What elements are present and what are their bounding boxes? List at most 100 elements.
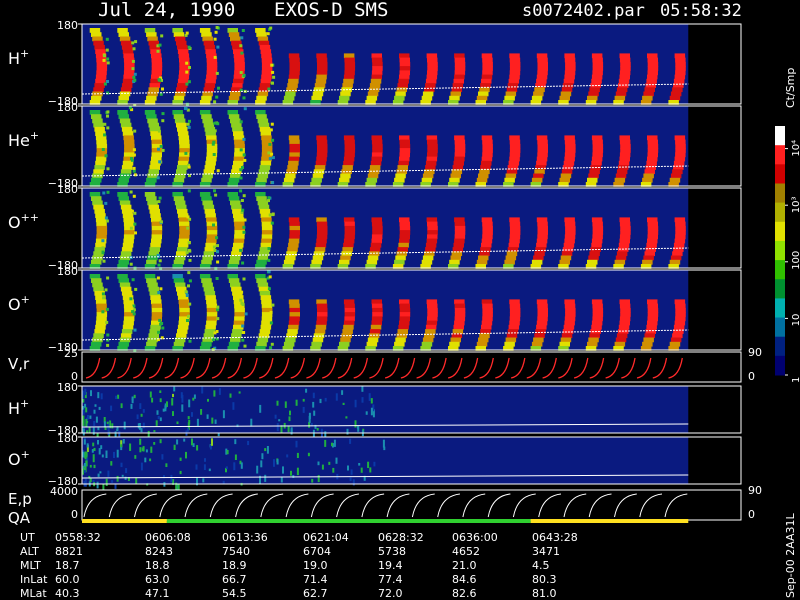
h-plus-burst-cell <box>206 61 218 67</box>
o-plus-plus-ymax-label: 180 <box>57 183 78 196</box>
h-plus-burst-cell <box>478 91 489 97</box>
he-plus-burst-cell <box>534 169 545 175</box>
o-plus-2-cell <box>247 440 250 446</box>
he-plus-scatter-cell <box>270 122 274 126</box>
he-plus-burst-cell <box>256 177 267 183</box>
he-plus-burst-cell <box>564 156 575 162</box>
o-plus-burst-cell <box>508 324 520 330</box>
h-plus-burst-cell <box>452 83 464 88</box>
h-plus-scatter-cell <box>217 86 220 90</box>
he-plus-burst-cell <box>482 143 493 149</box>
o-plus-burst-cell <box>205 324 216 330</box>
o-plus-plus-burst-cell <box>206 221 218 227</box>
he-plus-burst-cell <box>230 173 241 179</box>
o-plus-burst-cell <box>344 316 355 322</box>
h-plus-2-cell <box>149 391 152 398</box>
o-plus-plus-burst-cell <box>371 217 382 223</box>
h-plus-burst-cell <box>232 83 243 88</box>
he-plus-burst-cell <box>506 169 518 175</box>
he-plus-burst-cell <box>343 160 354 166</box>
h-plus-burst-cell <box>179 57 190 63</box>
he-plus-burst-cell <box>427 148 438 153</box>
o-plus-scatter-cell <box>106 333 110 337</box>
h-plus-burst-cell <box>261 66 273 71</box>
panel-o-plus-2: O+180−180 <box>8 432 742 492</box>
he-plus-burst-cell <box>425 160 437 166</box>
h-plus-2-cell <box>196 418 199 427</box>
o-plus-burst-cell <box>647 307 659 313</box>
he-plus-burst-cell <box>289 143 300 149</box>
h-plus-burst-cell <box>233 78 244 84</box>
h-plus-burst-cell <box>340 91 351 97</box>
o-plus-scatter-cell <box>161 326 165 330</box>
table-cell: 72.0 <box>378 587 403 600</box>
h-plus-2-cell <box>97 392 100 399</box>
o-plus-2-cell <box>124 476 127 480</box>
he-plus-burst-cell <box>454 152 466 158</box>
h-plus-burst-cell <box>367 91 379 97</box>
h-plus-burst-cell <box>228 95 240 101</box>
o-plus-plus-burst-cell <box>93 204 104 210</box>
table-cell: 4652 <box>452 545 480 558</box>
o-plus-burst-cell <box>93 286 104 292</box>
h-plus-burst-cell <box>261 57 273 63</box>
h-plus-burst-cell <box>482 61 493 67</box>
he-plus-burst-cell <box>177 131 189 136</box>
h-plus-burst-cell <box>92 36 103 42</box>
h-plus-burst-cell <box>509 66 521 71</box>
h-plus-scatter-cell <box>215 95 219 99</box>
o-plus-plus-burst-cell <box>123 234 135 240</box>
o-plus-burst-cell <box>230 282 241 288</box>
o-plus-plus-burst-cell <box>233 217 245 223</box>
h-plus-2-cell <box>313 410 316 416</box>
o-plus-burst-cell <box>259 329 271 334</box>
h-plus-burst-cell <box>259 44 271 50</box>
he-plus-scatter-cell <box>184 151 188 155</box>
he-plus-scatter-cell <box>102 160 105 163</box>
o-plus-burst-cell <box>256 341 267 347</box>
o-plus-plus-scatter-cell <box>187 189 191 193</box>
o-plus-plus-burst-cell <box>370 242 382 248</box>
he-plus-burst-cell <box>535 165 546 170</box>
o-plus-plus-burst-cell <box>228 196 240 201</box>
h-plus-burst-cell <box>454 70 466 76</box>
o-plus-burst-cell <box>425 329 436 334</box>
h-plus-burst-cell <box>536 74 548 80</box>
table-cell: 8243 <box>145 545 173 558</box>
he-plus-burst-cell <box>647 139 658 145</box>
h-plus-burst-cell <box>669 95 681 101</box>
o-plus-plus-scatter-cell <box>102 191 106 195</box>
h-plus-scatter-cell <box>103 54 106 58</box>
o-plus-burst-cell <box>670 337 682 343</box>
o-plus-burst-cell <box>425 324 437 330</box>
o-plus-plus-burst-cell <box>283 259 295 265</box>
h-plus-2-cell <box>200 409 203 415</box>
o-plus-2-cell <box>290 470 292 476</box>
he-plus-burst-cell <box>173 177 185 183</box>
h-plus-2-cell <box>213 390 216 397</box>
o-plus-plus-scatter-cell <box>216 260 220 264</box>
o-plus-burst-cell <box>619 299 630 305</box>
o-plus-plus-burst-cell <box>647 234 658 240</box>
he-plus-burst-cell <box>148 169 159 175</box>
he-plus-burst-cell <box>673 160 685 166</box>
he-plus-scatter-cell <box>271 156 275 160</box>
header-date: Jul 24, 1990 <box>98 0 235 21</box>
o-plus-scatter-cell <box>129 297 133 301</box>
o-plus-plus-burst-cell <box>367 255 379 261</box>
he-plus-burst-cell <box>201 114 212 119</box>
o-plus-burst-cell <box>564 320 575 326</box>
o-plus-plus-burst-cell <box>647 230 659 235</box>
h-plus-burst-cell <box>482 66 493 71</box>
o-plus-plus-burst-cell <box>147 255 158 261</box>
o-plus-2-cell <box>185 451 187 459</box>
o-plus-burst-cell <box>427 316 438 322</box>
o-plus-burst-cell <box>340 337 351 343</box>
h-plus-scatter-cell <box>271 81 274 85</box>
h-plus-2-cell <box>86 430 89 433</box>
o-plus-burst-cell <box>367 337 379 343</box>
h-plus-burst-cell <box>261 53 272 59</box>
o-plus-plus-burst-cell <box>124 230 135 235</box>
h-plus-burst-cell <box>316 70 328 76</box>
o-plus-plus-burst-cell <box>592 234 603 240</box>
